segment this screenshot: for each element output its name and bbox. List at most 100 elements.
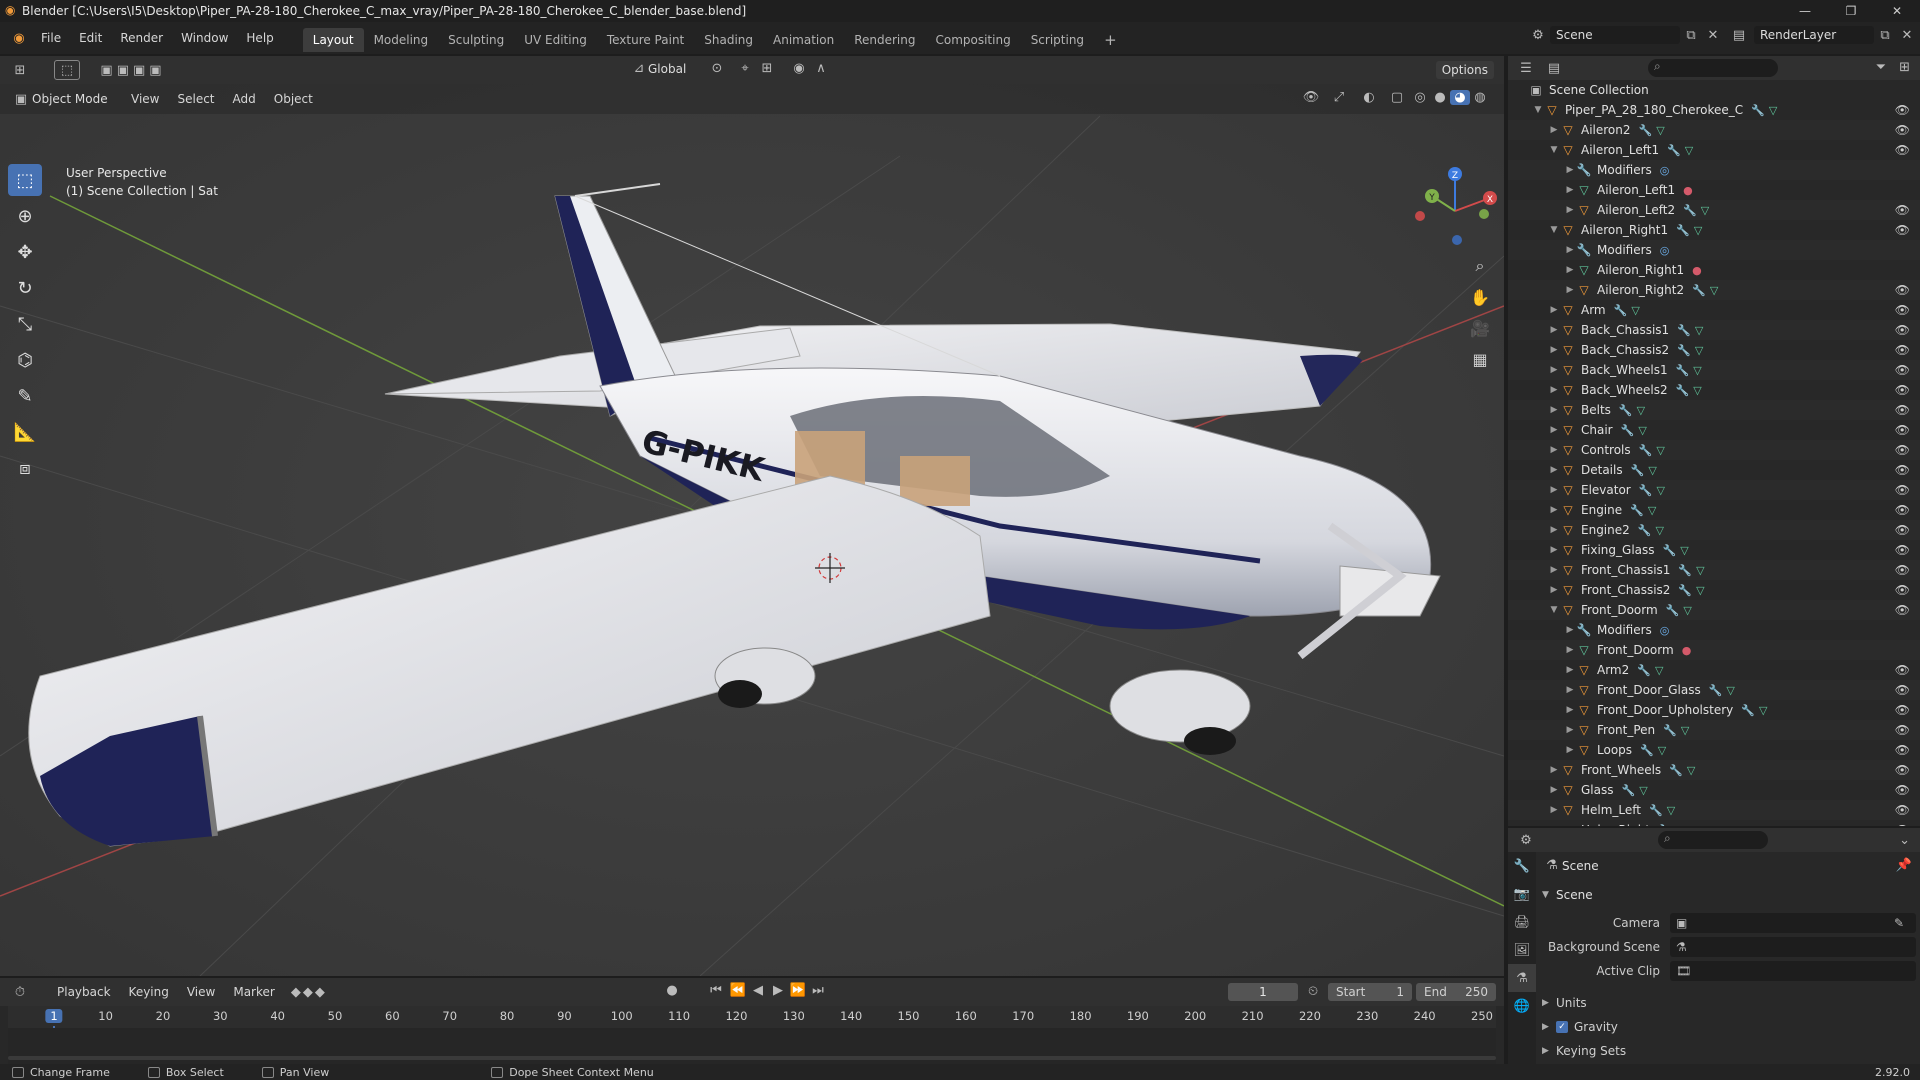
visibility-icon[interactable]: 👁: [1298, 90, 1324, 105]
selection-box-modes-icon[interactable]: ▣▣▣▣: [88, 63, 178, 78]
timeline-scrollbar[interactable]: [8, 1056, 1496, 1060]
outliner-row[interactable]: ▶ ▽ Arm 🔧 ▽ 👁: [1508, 300, 1920, 320]
modifier-badge-icon[interactable]: 🔧: [1692, 284, 1706, 297]
output-tab-icon[interactable]: 🖨: [1508, 908, 1536, 936]
viewport-menu-add[interactable]: Add: [224, 84, 265, 114]
render-tab-icon[interactable]: 📷: [1508, 880, 1536, 908]
timeline-menu-playback[interactable]: Playback: [48, 978, 120, 1006]
expand-right-icon[interactable]: ▶: [1548, 565, 1560, 575]
menu-help[interactable]: Help: [237, 22, 282, 54]
outliner-row[interactable]: ▶ ▽ Chair 🔧 ▽ 👁: [1508, 420, 1920, 440]
start-frame-field[interactable]: Start 1: [1328, 983, 1412, 1001]
outliner-row[interactable]: ▶ ▽ Back_Chassis2 🔧 ▽ 👁: [1508, 340, 1920, 360]
outliner-row[interactable]: ▶ ▽ Front_Chassis1 🔧 ▽ 👁: [1508, 560, 1920, 580]
mesh-badge-icon[interactable]: ▽: [1658, 744, 1666, 757]
view-layer-tab-icon[interactable]: 🖼: [1508, 936, 1536, 964]
timeline-track-area[interactable]: [8, 1028, 1496, 1064]
snap-icon[interactable]: ⌖: [734, 61, 756, 76]
mesh-badge-icon[interactable]: ▽: [1710, 284, 1718, 297]
tab-sculpting[interactable]: Sculpting: [438, 28, 514, 52]
play-icon[interactable]: ▶: [768, 983, 788, 998]
expand-right-icon[interactable]: ▶: [1548, 485, 1560, 495]
expand-right-icon[interactable]: ▶: [1564, 265, 1576, 275]
outliner-row[interactable]: ▶ ▽ Controls 🔧 ▽ 👁: [1508, 440, 1920, 460]
modifier-badge-icon[interactable]: 🔧: [1751, 104, 1765, 117]
visibility-eye-icon[interactable]: 👁: [1895, 103, 1910, 117]
jump-start-icon[interactable]: ⏮: [704, 983, 728, 998]
expand-down-icon[interactable]: ▼: [1548, 145, 1560, 155]
expand-right-icon[interactable]: ▶: [1548, 445, 1560, 455]
modifier-visibility-icon[interactable]: ◎: [1660, 244, 1670, 257]
expand-right-icon[interactable]: ▶: [1564, 285, 1576, 295]
mesh-badge-icon[interactable]: ▽: [1693, 384, 1701, 397]
outliner-row[interactable]: ▶ ▽ Arm2 🔧 ▽ 👁: [1508, 660, 1920, 680]
modifier-visibility-icon[interactable]: ◎: [1660, 164, 1670, 177]
frame-ruler[interactable]: 1 10 20 30 40 50 60 70 80 90 100 110 120 130 140 150 160…: [8, 1006, 1496, 1062]
modifier-badge-icon[interactable]: 🔧: [1666, 604, 1680, 617]
modifier-badge-icon[interactable]: 🔧: [1631, 464, 1645, 477]
expand-right-icon[interactable]: ▶: [1548, 825, 1560, 826]
mesh-badge-icon[interactable]: ▽: [1759, 704, 1767, 717]
modifier-badge-icon[interactable]: 🔧: [1683, 204, 1697, 217]
mesh-badge-icon[interactable]: ▽: [1656, 444, 1664, 457]
outliner-panel[interactable]: ☰ ▤ ⌕ ⏷ ⊞ ▣ Scene Collection ▼ ▽ Piper_PA_…: [1508, 56, 1920, 826]
proportional-edit-icon[interactable]: ◉: [788, 61, 810, 76]
renderlayer-selector[interactable]: RenderLayer: [1754, 26, 1874, 44]
expand-down-icon[interactable]: ▼: [1548, 225, 1560, 235]
outliner-editor-icon[interactable]: ☰: [1512, 61, 1540, 76]
keyframe-nav-icon[interactable]: ◆◆◆: [284, 985, 334, 1000]
outliner-search-input[interactable]: ⌕: [1648, 59, 1778, 77]
expand-right-icon[interactable]: ▶: [1548, 805, 1560, 815]
mesh-badge-icon[interactable]: ▽: [1639, 784, 1647, 797]
expand-right-icon[interactable]: ▶: [1548, 545, 1560, 555]
modifier-badge-icon[interactable]: 🔧: [1678, 584, 1692, 597]
expand-right-icon[interactable]: ▶: [1564, 685, 1576, 695]
active-clip-field[interactable]: 🎞: [1670, 961, 1916, 981]
expand-right-icon[interactable]: ▶: [1548, 525, 1560, 535]
modifier-badge-icon[interactable]: 🔧: [1638, 524, 1652, 537]
visibility-eye-icon[interactable]: 👁: [1895, 483, 1910, 497]
timeline-editor-icon[interactable]: ⏱: [6, 985, 34, 1000]
visibility-eye-icon[interactable]: 👁: [1895, 223, 1910, 237]
outliner-row[interactable]: ▶ ▽ Back_Wheels2 🔧 ▽ 👁: [1508, 380, 1920, 400]
outliner-row[interactable]: ▶ ▽ Front_Door_Upholstery 🔧 ▽ 👁: [1508, 700, 1920, 720]
editor-type-icon[interactable]: ⊞: [6, 63, 34, 78]
mesh-badge-icon[interactable]: ▽: [1680, 544, 1688, 557]
mesh-badge-icon[interactable]: ▽: [1648, 464, 1656, 477]
material-icon[interactable]: ●: [1692, 264, 1702, 277]
tab-scripting[interactable]: Scripting: [1021, 28, 1094, 52]
modifier-badge-icon[interactable]: 🔧: [1663, 724, 1677, 737]
menu-window[interactable]: Window: [172, 22, 237, 54]
mesh-badge-icon[interactable]: ▽: [1676, 824, 1684, 827]
material-icon[interactable]: ●: [1683, 184, 1693, 197]
outliner-row[interactable]: ▼ ▽ Piper_PA_28_180_Cherokee_C 🔧 ▽ 👁: [1508, 100, 1920, 120]
rotate-tool-icon[interactable]: ↻: [8, 272, 42, 304]
units-panel-header[interactable]: ▶ Units: [1542, 996, 1587, 1010]
mesh-badge-icon[interactable]: ▽: [1695, 324, 1703, 337]
options-dropdown[interactable]: Options: [1435, 61, 1494, 79]
mesh-badge-icon[interactable]: ▽: [1637, 404, 1645, 417]
expand-right-icon[interactable]: ▶: [1548, 585, 1560, 595]
mesh-badge-icon[interactable]: ▽: [1696, 564, 1704, 577]
outliner-row[interactable]: ▶ ▽ Loops 🔧 ▽ 👁: [1508, 740, 1920, 760]
outliner-row[interactable]: ▶▽Helm_Right🔧▽👁: [1508, 820, 1920, 826]
expand-right-icon[interactable]: ▶: [1548, 345, 1560, 355]
scale-tool-icon[interactable]: ⤡: [8, 308, 42, 340]
visibility-eye-icon[interactable]: 👁: [1895, 123, 1910, 137]
viewport-menu-view[interactable]: View: [122, 84, 168, 114]
zoom-icon[interactable]: ⌕: [1466, 252, 1494, 280]
minimize-button[interactable]: —: [1782, 0, 1828, 22]
visibility-eye-icon[interactable]: 👁: [1895, 603, 1910, 617]
outliner-row[interactable]: ▶ ▽ Helm_Left 🔧 ▽ 👁: [1508, 800, 1920, 820]
material-icon[interactable]: ●: [1682, 644, 1692, 657]
transform-tool-icon[interactable]: ⌬: [8, 344, 42, 376]
visibility-eye-icon[interactable]: 👁: [1895, 723, 1910, 737]
mesh-badge-icon[interactable]: ▽: [1648, 504, 1656, 517]
mesh-badge-icon[interactable]: ▽: [1638, 424, 1646, 437]
gizmo-toggle-icon[interactable]: ⤢: [1324, 90, 1354, 105]
expand-right-icon[interactable]: ▶: [1548, 385, 1560, 395]
outliner-row[interactable]: ▶ ▽ Front_Chassis2 🔧 ▽ 👁: [1508, 580, 1920, 600]
visibility-eye-icon[interactable]: 👁: [1895, 383, 1910, 397]
mesh-badge-icon[interactable]: ▽: [1694, 224, 1702, 237]
pivot-icon[interactable]: ⊙: [708, 61, 726, 76]
